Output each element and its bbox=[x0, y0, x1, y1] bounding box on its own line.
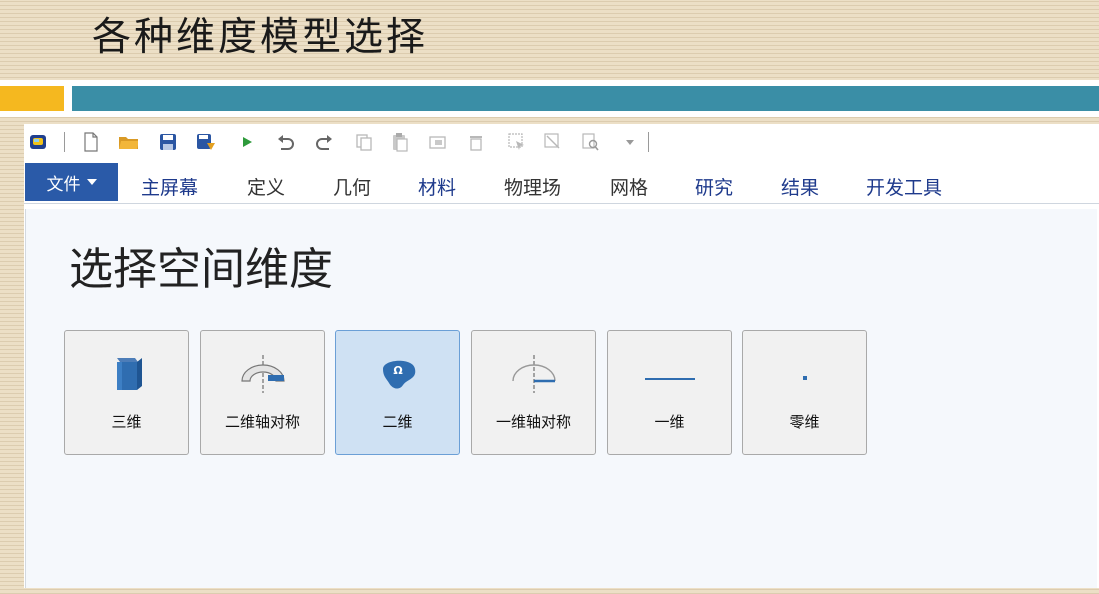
duplicate-icon[interactable] bbox=[428, 132, 448, 152]
line-icon bbox=[645, 378, 695, 380]
redo-icon[interactable] bbox=[314, 132, 334, 152]
tab-results[interactable]: 结果 bbox=[781, 173, 819, 200]
toolbar-separator bbox=[64, 132, 65, 152]
dimension-label: 一维 bbox=[654, 413, 685, 431]
accent-teal-bar bbox=[72, 86, 1099, 111]
divider-bottom bbox=[0, 111, 1099, 117]
app-window: 文件 主屏幕 定义 几何 材料 物理场 网格 研究 结果 开发工具 选择空间维度… bbox=[24, 124, 1099, 588]
delete-icon[interactable] bbox=[466, 132, 486, 152]
dimension-label: 二维 bbox=[382, 413, 413, 431]
tab-study[interactable]: 研究 bbox=[695, 173, 733, 200]
tab-developer[interactable]: 开发工具 bbox=[866, 173, 942, 200]
dimension-label: 零维 bbox=[789, 413, 820, 431]
dimension-label: 二维轴对称 bbox=[224, 413, 300, 431]
new-file-icon[interactable] bbox=[81, 132, 101, 152]
dimension-2d-axisymmetric-button[interactable]: 二维轴对称 bbox=[200, 330, 325, 455]
tab-mesh[interactable]: 网格 bbox=[610, 173, 648, 200]
tab-materials[interactable]: 材料 bbox=[418, 173, 456, 200]
cube-icon bbox=[117, 358, 142, 390]
open-folder-icon[interactable] bbox=[118, 132, 138, 152]
svg-text:Ω: Ω bbox=[393, 364, 403, 377]
dropdown-arrow-icon[interactable] bbox=[620, 132, 640, 152]
select-all-icon[interactable] bbox=[507, 132, 527, 152]
select-dimension-panel: 选择空间维度 三维 二维轴对称 Ω 二维 一维轴对称 一维 零维 bbox=[25, 209, 1097, 588]
page-title: 选择空间维度 bbox=[69, 244, 333, 295]
toolbar-separator bbox=[648, 132, 649, 152]
dimension-3d-button[interactable]: 三维 bbox=[64, 330, 189, 455]
dimension-2d-button[interactable]: Ω 二维 bbox=[335, 330, 460, 455]
find-icon[interactable] bbox=[580, 132, 600, 152]
accent-gap bbox=[64, 86, 72, 111]
dimension-1d-button[interactable]: 一维 bbox=[607, 330, 732, 455]
undo-icon[interactable] bbox=[276, 132, 296, 152]
tab-definitions[interactable]: 定义 bbox=[247, 173, 285, 200]
accent-orange-bar bbox=[0, 86, 64, 111]
paste-icon[interactable] bbox=[390, 132, 410, 152]
1d-axisymmetric-icon bbox=[512, 355, 556, 393]
save-as-icon[interactable] bbox=[196, 132, 216, 152]
2d-domain-icon: Ω bbox=[383, 360, 416, 389]
quick-access-toolbar bbox=[24, 124, 1099, 160]
tab-geometry[interactable]: 几何 bbox=[333, 173, 371, 200]
slide-title: 各种维度模型选择 bbox=[92, 15, 429, 60]
file-menu-label: 文件 bbox=[46, 174, 81, 195]
point-icon bbox=[803, 376, 807, 380]
save-icon[interactable] bbox=[158, 132, 178, 152]
file-menu-button[interactable]: 文件 bbox=[25, 163, 118, 201]
run-icon[interactable] bbox=[237, 132, 257, 152]
dimension-label: 一维轴对称 bbox=[495, 413, 571, 431]
tab-physics[interactable]: 物理场 bbox=[504, 173, 561, 200]
caret-down-icon bbox=[86, 179, 97, 185]
copy-icon[interactable] bbox=[354, 132, 374, 152]
app-logo-icon[interactable] bbox=[28, 132, 48, 152]
clear-selection-icon[interactable] bbox=[543, 132, 563, 152]
tab-home[interactable]: 主屏幕 bbox=[141, 173, 198, 200]
dimension-0d-button[interactable]: 零维 bbox=[742, 330, 867, 455]
dimension-1d-axisymmetric-button[interactable]: 一维轴对称 bbox=[471, 330, 596, 455]
dimension-label: 三维 bbox=[111, 413, 142, 431]
ribbon-menubar: 文件 主屏幕 定义 几何 材料 物理场 网格 研究 结果 开发工具 bbox=[24, 163, 1099, 204]
2d-axisymmetric-icon bbox=[241, 355, 285, 393]
